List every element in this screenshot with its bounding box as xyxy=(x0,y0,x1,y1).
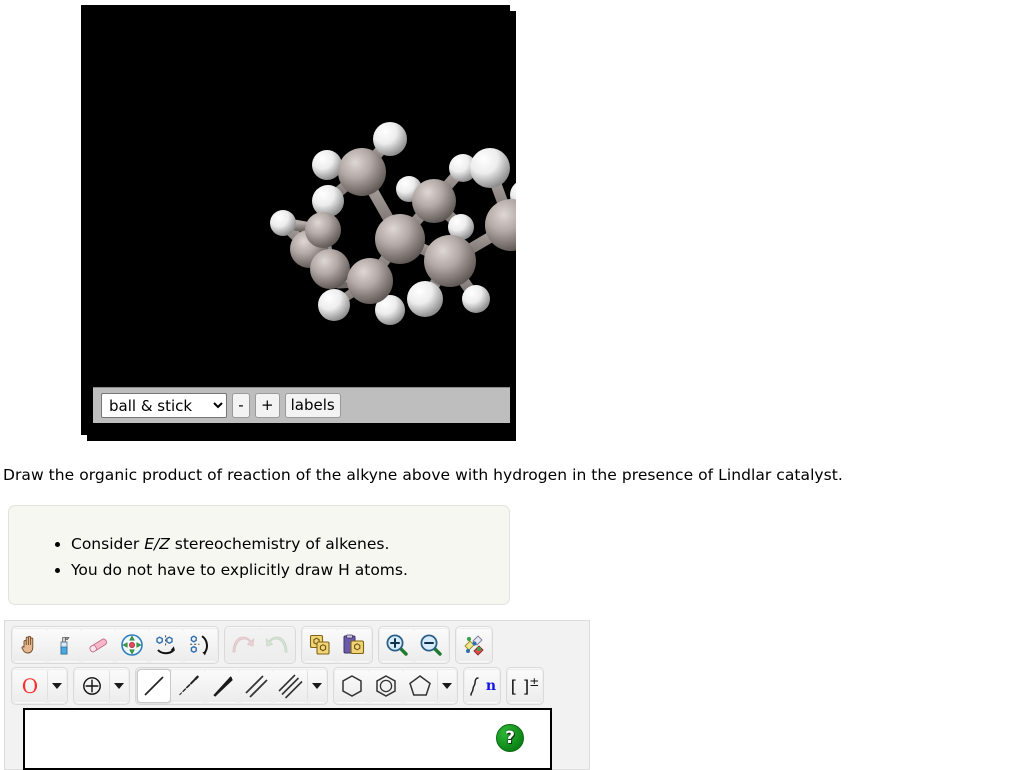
polymer-n-label: n xyxy=(485,678,497,694)
structure-editor-panel: O n []± ? xyxy=(4,620,590,770)
rotate-icon[interactable] xyxy=(183,628,217,662)
viewer-controls-bar: ball & stick - + labels xyxy=(93,387,510,423)
redo-icon[interactable] xyxy=(260,628,294,662)
editor-toolbar-row-2: O n []± xyxy=(11,667,549,705)
chevron-down-icon xyxy=(312,683,322,689)
toolgroup-bonds xyxy=(135,667,328,705)
bracket-charge-sup: ± xyxy=(529,674,540,689)
editor-toolbar-row-1 xyxy=(11,626,498,664)
hint-list: Consider E/Z stereochemistry of alkenes.… xyxy=(9,506,509,583)
pan-hand-icon[interactable] xyxy=(13,628,47,662)
atom-oxygen-label: O xyxy=(21,674,39,698)
charge-tool-icon[interactable] xyxy=(75,669,109,703)
hint-0-italic: E/Z xyxy=(144,535,170,553)
chevron-down-icon xyxy=(442,683,452,689)
bracket-charge-tool[interactable]: [ ]± xyxy=(508,669,542,703)
question-prompt: Draw the organic product of reaction of … xyxy=(3,466,843,484)
toolgroup-polymer: n xyxy=(463,667,501,705)
clean-structure-icon[interactable] xyxy=(457,628,491,662)
copy-icon[interactable] xyxy=(303,628,337,662)
single-bond-tool[interactable] xyxy=(137,669,171,703)
benzene-ring-tool[interactable] xyxy=(369,669,403,703)
charge-dropdown-arrow[interactable] xyxy=(110,669,128,703)
ring-dropdown-arrow[interactable] xyxy=(438,669,456,703)
bond-dropdown-arrow[interactable] xyxy=(308,669,326,703)
eraser-icon[interactable] xyxy=(81,628,115,662)
molecule-render-area[interactable] xyxy=(87,11,516,441)
cyclohexane-ring-tool[interactable] xyxy=(335,669,369,703)
display-style-select[interactable]: ball & stick xyxy=(101,393,227,418)
bold-wedge-bond-tool[interactable] xyxy=(205,669,239,703)
toolgroup-bracket: [ ]± xyxy=(506,667,544,705)
cyclopentane-ring-tool[interactable] xyxy=(403,669,437,703)
hint-0-after: stereochemistry of alkenes. xyxy=(169,535,390,553)
toolgroup-manipulate xyxy=(11,626,219,664)
labels-button[interactable]: labels xyxy=(284,393,341,418)
spray-clean-icon[interactable] xyxy=(47,628,81,662)
toolgroup-charge xyxy=(73,667,130,705)
undo-icon[interactable] xyxy=(226,628,260,662)
double-bond-tool[interactable] xyxy=(239,669,273,703)
toolgroup-atoms: O xyxy=(11,667,68,705)
polymer-repeat-tool[interactable]: n xyxy=(465,669,499,703)
hint-box: Consider E/Z stereochemistry of alkenes.… xyxy=(8,505,510,605)
flip-horizontal-icon[interactable] xyxy=(149,628,183,662)
hashed-wedge-bond-tool[interactable] xyxy=(171,669,205,703)
toolgroup-clipboard xyxy=(301,626,373,664)
paste-icon[interactable] xyxy=(337,628,371,662)
zoom-in-icon[interactable] xyxy=(380,628,414,662)
toolgroup-clean xyxy=(455,626,493,664)
molecule-viewer[interactable]: ball & stick - + labels xyxy=(81,5,516,441)
toolgroup-history xyxy=(224,626,296,664)
toolgroup-zoom xyxy=(378,626,450,664)
hint-0-before: Consider xyxy=(71,535,145,553)
structure-drawing-canvas[interactable]: ? xyxy=(23,708,552,770)
zoom-out-button[interactable]: - xyxy=(232,393,250,418)
triple-bond-tool[interactable] xyxy=(273,669,307,703)
chevron-down-icon xyxy=(114,683,124,689)
atom-dropdown-arrow[interactable] xyxy=(48,669,66,703)
help-button[interactable]: ? xyxy=(496,724,524,752)
list-item: You do not have to explicitly draw H ato… xyxy=(71,557,509,583)
zoom-out-icon[interactable] xyxy=(414,628,448,662)
atom-oxygen-tool[interactable]: O xyxy=(13,669,47,703)
zoom-in-button[interactable]: + xyxy=(255,393,280,418)
bracket-charge-label: [ ]± xyxy=(510,674,540,698)
hint-1-before: You do not have to explicitly draw H ato… xyxy=(71,561,408,579)
move-compass-icon[interactable] xyxy=(115,628,149,662)
toolgroup-rings xyxy=(333,667,458,705)
list-item: Consider E/Z stereochemistry of alkenes. xyxy=(71,531,509,557)
chevron-down-icon xyxy=(52,683,62,689)
molecule-ball-and-stick-model xyxy=(87,11,516,441)
